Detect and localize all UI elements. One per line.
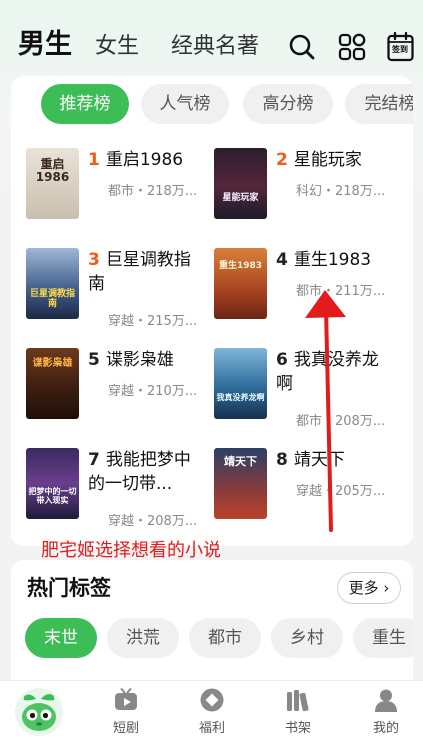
nav-welfare[interactable]: 福利	[182, 687, 242, 741]
tag-item[interactable]: 都市	[189, 618, 261, 658]
nav-profile[interactable]: 我的	[356, 687, 416, 741]
tag-item[interactable]: 洪荒	[107, 618, 179, 658]
annotation-text: 肥宅姬选择想看的小说	[41, 540, 221, 561]
bottom-navigation: 短剧 福利 书架 我的	[0, 680, 423, 742]
bookshelf-icon	[287, 690, 309, 712]
hot-tags-title: 热门标签	[27, 576, 111, 600]
diamond-coin-icon	[200, 688, 224, 712]
tag-item[interactable]: 乡村	[271, 618, 343, 658]
hot-tags-section: 热门标签 更多 › 末世 洪荒 都市 乡村 重生	[11, 560, 413, 690]
tag-item[interactable]: 末世	[25, 618, 97, 658]
nav-short-drama[interactable]: 短剧	[96, 687, 156, 741]
more-button[interactable]: 更多 ›	[337, 572, 401, 604]
nav-bookshelf[interactable]: 书架	[268, 687, 328, 741]
user-icon	[375, 689, 397, 712]
tag-item[interactable]: 重生	[353, 618, 413, 658]
tv-icon	[115, 687, 137, 710]
mascot-logo-icon[interactable]	[14, 687, 64, 737]
